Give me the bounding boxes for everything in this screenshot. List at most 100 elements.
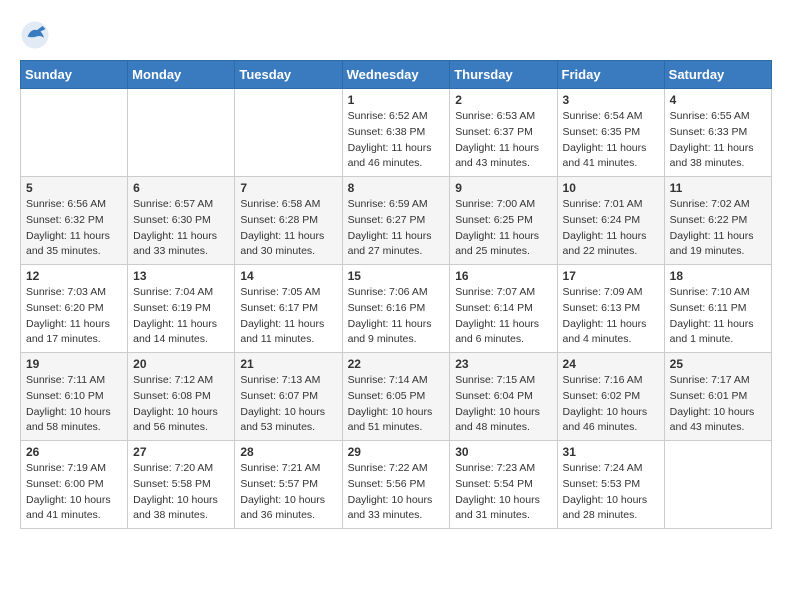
day-info: Sunrise: 7:12 AM Sunset: 6:08 PM Dayligh… (133, 373, 229, 436)
calendar-cell: 19 Sunrise: 7:11 AM Sunset: 6:10 PM Dayli… (21, 353, 128, 441)
day-header-sunday: Sunday (21, 61, 128, 89)
day-info: Sunrise: 7:16 AM Sunset: 6:02 PM Dayligh… (563, 373, 659, 436)
calendar-cell: 20 Sunrise: 7:12 AM Sunset: 6:08 PM Dayli… (128, 353, 235, 441)
calendar-cell: 22 Sunrise: 7:14 AM Sunset: 6:05 PM Dayli… (342, 353, 450, 441)
day-info: Sunrise: 6:55 AM Sunset: 6:33 PM Dayligh… (670, 109, 766, 172)
day-info: Sunrise: 7:00 AM Sunset: 6:25 PM Dayligh… (455, 197, 551, 260)
calendar-cell: 29Sunrise: 7:22 AM Sunset: 5:56 PM Dayli… (342, 441, 450, 529)
day-info: Sunrise: 7:10 AM Sunset: 6:11 PM Dayligh… (670, 285, 766, 348)
day-info: Sunrise: 6:52 AM Sunset: 6:38 PM Dayligh… (348, 109, 445, 172)
day-header-thursday: Thursday (450, 61, 557, 89)
day-number: 23 (455, 357, 551, 371)
day-info: Sunrise: 6:59 AM Sunset: 6:27 PM Dayligh… (348, 197, 445, 260)
calendar-cell: 5Sunrise: 6:56 AM Sunset: 6:32 PM Daylig… (21, 177, 128, 265)
day-info: Sunrise: 7:15 AM Sunset: 6:04 PM Dayligh… (455, 373, 551, 436)
day-number: 14 (240, 269, 336, 283)
calendar-cell: 4 Sunrise: 6:55 AM Sunset: 6:33 PM Daylig… (664, 89, 771, 177)
calendar-cell: 8 Sunrise: 6:59 AM Sunset: 6:27 PM Daylig… (342, 177, 450, 265)
calendar-cell: 24 Sunrise: 7:16 AM Sunset: 6:02 PM Dayli… (557, 353, 664, 441)
calendar-cell: 16 Sunrise: 7:07 AM Sunset: 6:14 PM Dayli… (450, 265, 557, 353)
calendar-cell (21, 89, 128, 177)
calendar-cell (235, 89, 342, 177)
calendar-cell: 15 Sunrise: 7:06 AM Sunset: 6:16 PM Dayli… (342, 265, 450, 353)
day-info: Sunrise: 7:01 AM Sunset: 6:24 PM Dayligh… (563, 197, 659, 260)
day-number: 16 (455, 269, 551, 283)
day-header-tuesday: Tuesday (235, 61, 342, 89)
day-info: Sunrise: 6:57 AM Sunset: 6:30 PM Dayligh… (133, 197, 229, 260)
day-info: Sunrise: 6:58 AM Sunset: 6:28 PM Dayligh… (240, 197, 336, 260)
day-header-friday: Friday (557, 61, 664, 89)
calendar-week-2: 5Sunrise: 6:56 AM Sunset: 6:32 PM Daylig… (21, 177, 772, 265)
day-number: 19 (26, 357, 122, 371)
calendar-cell: 9 Sunrise: 7:00 AM Sunset: 6:25 PM Daylig… (450, 177, 557, 265)
day-info: Sunrise: 7:06 AM Sunset: 6:16 PM Dayligh… (348, 285, 445, 348)
day-header-saturday: Saturday (664, 61, 771, 89)
day-info: Sunrise: 7:04 AM Sunset: 6:19 PM Dayligh… (133, 285, 229, 348)
calendar-cell: 23 Sunrise: 7:15 AM Sunset: 6:04 PM Dayli… (450, 353, 557, 441)
day-info: Sunrise: 7:11 AM Sunset: 6:10 PM Dayligh… (26, 373, 122, 436)
day-number: 12 (26, 269, 122, 283)
day-info: Sunrise: 7:03 AM Sunset: 6:20 PM Dayligh… (26, 285, 122, 348)
day-number: 24 (563, 357, 659, 371)
day-number: 27 (133, 445, 229, 459)
calendar-cell (128, 89, 235, 177)
day-info: Sunrise: 7:20 AM Sunset: 5:58 PM Dayligh… (133, 461, 229, 524)
day-number: 9 (455, 181, 551, 195)
calendar-cell: 13 Sunrise: 7:04 AM Sunset: 6:19 PM Dayli… (128, 265, 235, 353)
calendar-header-row: SundayMondayTuesdayWednesdayThursdayFrid… (21, 61, 772, 89)
calendar-week-3: 12 Sunrise: 7:03 AM Sunset: 6:20 PM Dayli… (21, 265, 772, 353)
day-number: 7 (240, 181, 336, 195)
calendar-cell: 30Sunrise: 7:23 AM Sunset: 5:54 PM Dayli… (450, 441, 557, 529)
calendar-cell: 31 Sunrise: 7:24 AM Sunset: 5:53 PM Dayli… (557, 441, 664, 529)
calendar-cell: 1 Sunrise: 6:52 AM Sunset: 6:38 PM Daylig… (342, 89, 450, 177)
day-number: 25 (670, 357, 766, 371)
calendar-week-1: 1 Sunrise: 6:52 AM Sunset: 6:38 PM Daylig… (21, 89, 772, 177)
day-number: 6 (133, 181, 229, 195)
calendar-cell: 11 Sunrise: 7:02 AM Sunset: 6:22 PM Dayli… (664, 177, 771, 265)
day-info: Sunrise: 7:24 AM Sunset: 5:53 PM Dayligh… (563, 461, 659, 524)
day-header-monday: Monday (128, 61, 235, 89)
day-number: 8 (348, 181, 445, 195)
day-number: 20 (133, 357, 229, 371)
calendar-week-4: 19 Sunrise: 7:11 AM Sunset: 6:10 PM Dayli… (21, 353, 772, 441)
day-info: Sunrise: 6:56 AM Sunset: 6:32 PM Dayligh… (26, 197, 122, 260)
day-number: 11 (670, 181, 766, 195)
day-info: Sunrise: 7:17 AM Sunset: 6:01 PM Dayligh… (670, 373, 766, 436)
calendar-cell: 28Sunrise: 7:21 AM Sunset: 5:57 PM Dayli… (235, 441, 342, 529)
calendar-cell: 6 Sunrise: 6:57 AM Sunset: 6:30 PM Daylig… (128, 177, 235, 265)
calendar-cell: 12 Sunrise: 7:03 AM Sunset: 6:20 PM Dayli… (21, 265, 128, 353)
day-number: 31 (563, 445, 659, 459)
day-number: 10 (563, 181, 659, 195)
day-info: Sunrise: 7:19 AM Sunset: 6:00 PM Dayligh… (26, 461, 122, 524)
day-number: 15 (348, 269, 445, 283)
calendar-cell: 27 Sunrise: 7:20 AM Sunset: 5:58 PM Dayli… (128, 441, 235, 529)
calendar-cell: 7 Sunrise: 6:58 AM Sunset: 6:28 PM Daylig… (235, 177, 342, 265)
calendar-cell: 25 Sunrise: 7:17 AM Sunset: 6:01 PM Dayli… (664, 353, 771, 441)
day-number: 2 (455, 93, 551, 107)
calendar-cell: 17Sunrise: 7:09 AM Sunset: 6:13 PM Dayli… (557, 265, 664, 353)
day-number: 1 (348, 93, 445, 107)
calendar-cell: 10 Sunrise: 7:01 AM Sunset: 6:24 PM Dayli… (557, 177, 664, 265)
day-info: Sunrise: 7:14 AM Sunset: 6:05 PM Dayligh… (348, 373, 445, 436)
logo-icon (20, 20, 50, 50)
day-info: Sunrise: 6:54 AM Sunset: 6:35 PM Dayligh… (563, 109, 659, 172)
day-number: 21 (240, 357, 336, 371)
day-info: Sunrise: 7:05 AM Sunset: 6:17 PM Dayligh… (240, 285, 336, 348)
logo (20, 20, 54, 50)
day-number: 13 (133, 269, 229, 283)
day-number: 4 (670, 93, 766, 107)
day-info: Sunrise: 7:13 AM Sunset: 6:07 PM Dayligh… (240, 373, 336, 436)
calendar-week-5: 26Sunrise: 7:19 AM Sunset: 6:00 PM Dayli… (21, 441, 772, 529)
calendar: SundayMondayTuesdayWednesdayThursdayFrid… (20, 60, 772, 529)
day-number: 17 (563, 269, 659, 283)
day-info: Sunrise: 7:23 AM Sunset: 5:54 PM Dayligh… (455, 461, 551, 524)
calendar-cell: 18Sunrise: 7:10 AM Sunset: 6:11 PM Dayli… (664, 265, 771, 353)
day-number: 22 (348, 357, 445, 371)
day-info: Sunrise: 7:02 AM Sunset: 6:22 PM Dayligh… (670, 197, 766, 260)
calendar-cell: 3 Sunrise: 6:54 AM Sunset: 6:35 PM Daylig… (557, 89, 664, 177)
day-info: Sunrise: 7:07 AM Sunset: 6:14 PM Dayligh… (455, 285, 551, 348)
day-number: 3 (563, 93, 659, 107)
day-number: 29 (348, 445, 445, 459)
day-info: Sunrise: 7:21 AM Sunset: 5:57 PM Dayligh… (240, 461, 336, 524)
calendar-cell: 2Sunrise: 6:53 AM Sunset: 6:37 PM Daylig… (450, 89, 557, 177)
